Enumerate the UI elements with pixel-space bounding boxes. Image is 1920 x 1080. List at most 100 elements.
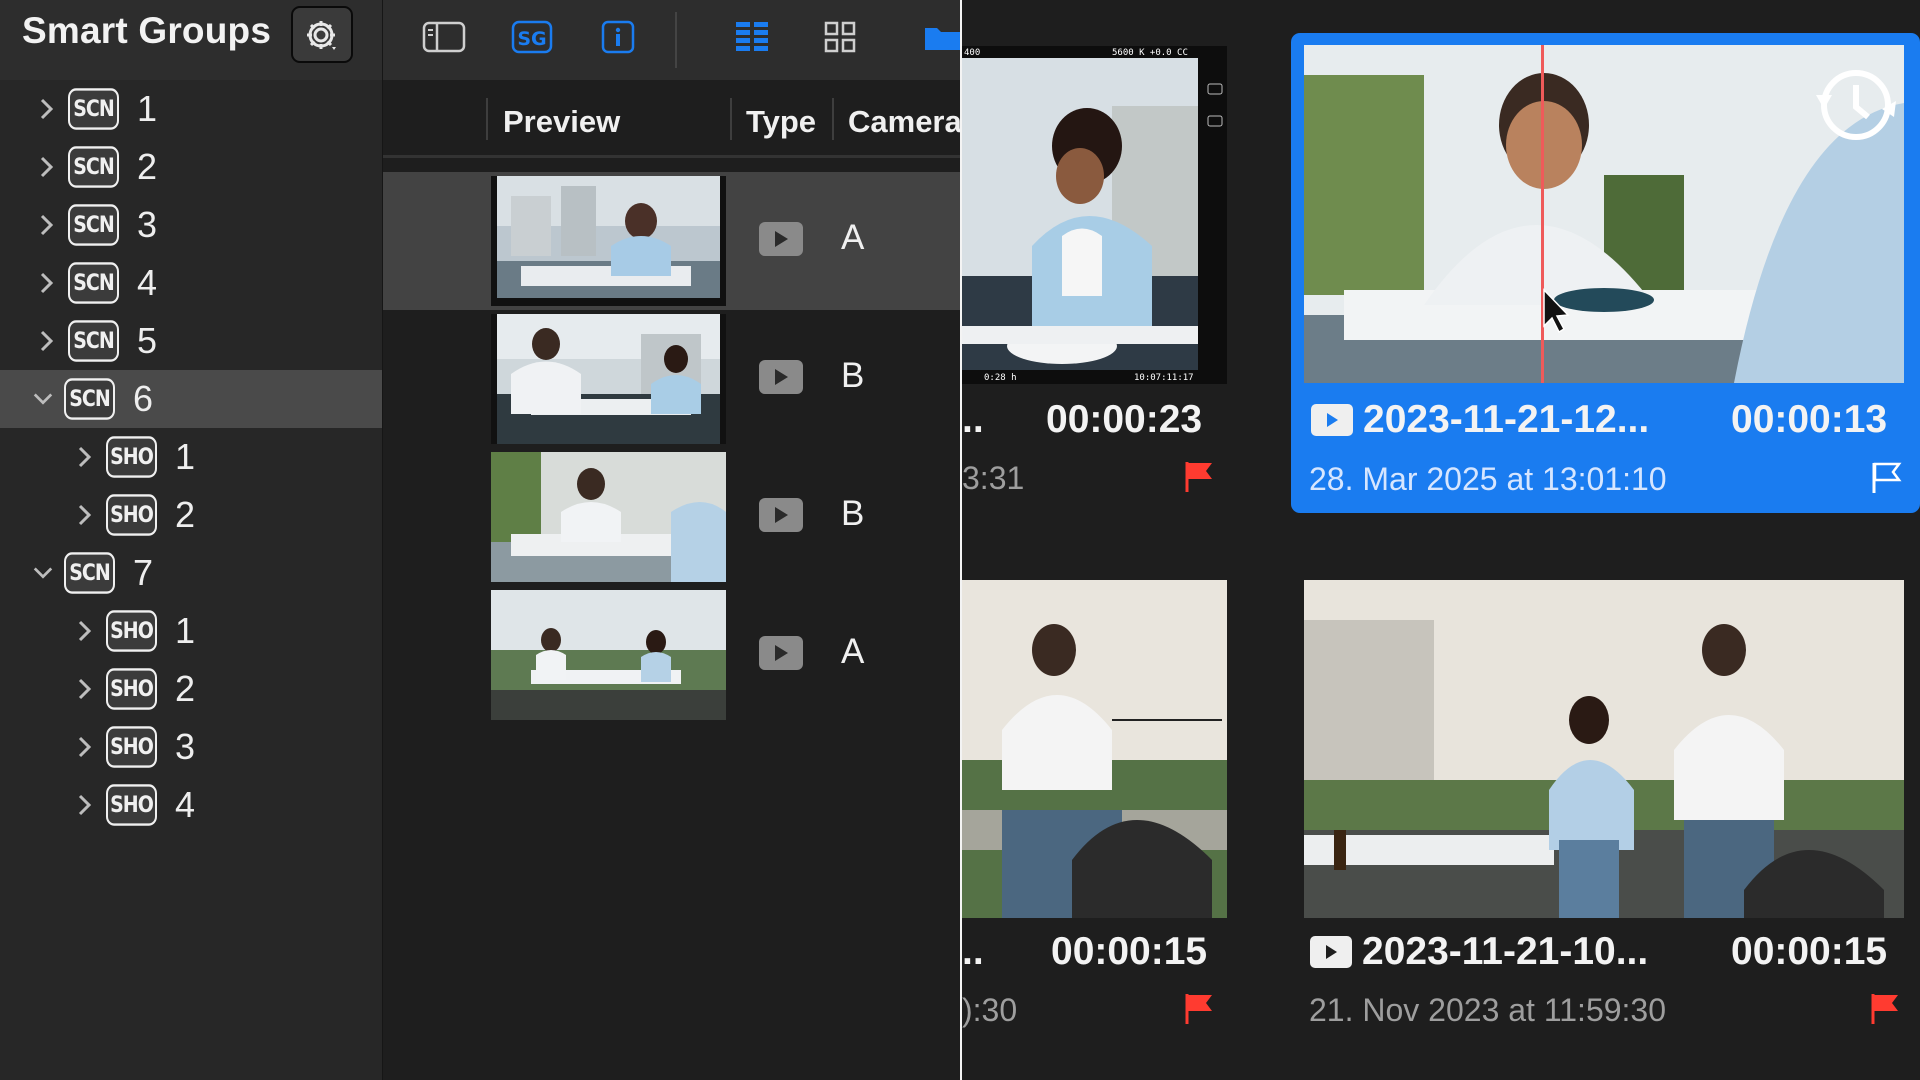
shot-badge: SHO [106, 436, 157, 478]
column-separator[interactable] [486, 98, 488, 140]
list-row[interactable]: B [383, 310, 961, 448]
toolbar-separator [675, 12, 677, 68]
list-column-header: Preview Type Camera [383, 80, 962, 158]
chevron-right-icon[interactable] [36, 330, 58, 352]
camera-label: B [841, 494, 865, 533]
flag-icon[interactable] [1184, 460, 1216, 494]
clip-duration: 00:00:13 [1731, 398, 1888, 441]
chevron-right-icon[interactable] [74, 504, 96, 526]
video-icon [1310, 936, 1352, 968]
clip-name: 2023-11-21-10... [1310, 930, 1648, 974]
tree-item-scene-1[interactable]: SCN 1 [0, 80, 382, 138]
clip-thumbnail: 400 5600 K +0.0 CC 0:28 h 10:07:11:17 [962, 46, 1227, 384]
tree-item-scene-3[interactable]: SCN 3 [0, 196, 382, 254]
flag-icon[interactable] [1184, 992, 1216, 1026]
list-view-icon [736, 22, 768, 51]
clip-card[interactable]: 400 5600 K +0.0 CC 0:28 h 10:07:11:17 ..… [962, 40, 1242, 510]
info-button[interactable] [591, 12, 645, 62]
flag-icon[interactable] [1870, 992, 1902, 1026]
shot-badge: SHO [106, 494, 157, 536]
info-icon [601, 20, 635, 54]
camera-label: A [841, 218, 865, 257]
list-row[interactable]: A [383, 586, 961, 724]
video-icon [759, 222, 803, 256]
clip-name-text: 2023-11-21-12... [1363, 398, 1650, 441]
scene-badge: SCN [64, 552, 115, 594]
tree-item-scene-6[interactable]: SCN 6 [0, 370, 382, 428]
column-header-type[interactable]: Type [746, 104, 816, 140]
clip-thumbnail [491, 590, 726, 720]
chevron-right-icon[interactable] [36, 156, 58, 178]
chevron-right-icon[interactable] [74, 794, 96, 816]
video-icon [1311, 404, 1353, 436]
scene-badge: SCN [68, 320, 119, 362]
flag-outline-icon[interactable] [1871, 461, 1903, 495]
chevron-right-icon[interactable] [36, 98, 58, 120]
video-icon [759, 498, 803, 532]
tree-item-shot-3[interactable]: SHO 3 [0, 718, 382, 776]
grid-view-button[interactable] [813, 12, 867, 62]
tree-item-shot-4[interactable]: SHO 4 [0, 776, 382, 834]
clip-thumbnail [1304, 580, 1904, 918]
chevron-right-icon[interactable] [74, 678, 96, 700]
folder-button[interactable] [923, 12, 963, 62]
column-separator[interactable] [832, 98, 834, 140]
clip-card[interactable]: .. 00:00:15 ):30 [962, 578, 1242, 1048]
clip-duration: 00:00:15 [1731, 930, 1888, 973]
tree-item-number: 2 [137, 146, 158, 187]
video-icon [759, 636, 803, 670]
tree-item-scene-5[interactable]: SCN 5 [0, 312, 382, 370]
clip-duration: 00:00:23 [1046, 398, 1203, 441]
video-icon [759, 360, 803, 394]
toggle-sidebar-button[interactable] [417, 12, 471, 62]
chevron-down-icon[interactable] [32, 388, 54, 410]
clip-thumbnail [491, 452, 726, 582]
chevron-right-icon[interactable] [74, 736, 96, 758]
overlay-iso: 400 [964, 48, 980, 58]
clip-name: .. [962, 930, 984, 973]
clip-grid: 400 5600 K +0.0 CC 0:28 h 10:07:11:17 ..… [962, 0, 1920, 1080]
tree-item-number: 6 [133, 378, 154, 419]
smart-groups-tree: SCN 1 SCN 2 SCN 3 SCN 4 SCN 5 SCN 6 SHO … [0, 80, 382, 834]
column-header-camera[interactable]: Camera [848, 104, 962, 140]
tree-item-shot-2[interactable]: SHO 2 [0, 486, 382, 544]
column-separator[interactable] [730, 98, 732, 140]
smart-groups-icon: SG [511, 20, 553, 54]
chevron-right-icon[interactable] [36, 214, 58, 236]
clip-thumbnail [1304, 45, 1904, 383]
settings-button[interactable] [291, 6, 353, 63]
column-header-preview[interactable]: Preview [503, 104, 620, 140]
chevron-right-icon[interactable] [36, 272, 58, 294]
clip-date: 28. Mar 2025 at 13:01:10 [1309, 461, 1667, 497]
sidebar-toggle-icon [422, 21, 466, 53]
scene-badge: SCN [68, 146, 119, 188]
tree-item-shot-1[interactable]: SHO 1 [0, 428, 382, 486]
scene-badge: SCN [68, 204, 119, 246]
clip-name-text: 2023-11-21-10... [1362, 930, 1649, 973]
list-row[interactable]: B [383, 448, 961, 586]
tree-item-scene-7[interactable]: SCN 7 [0, 544, 382, 602]
shot-badge: SHO [106, 668, 157, 710]
smart-groups-button[interactable]: SG [505, 12, 559, 62]
scene-badge: SCN [64, 378, 115, 420]
overlay-white-balance: 5600 K +0.0 CC [1112, 48, 1188, 58]
tree-item-scene-4[interactable]: SCN 4 [0, 254, 382, 312]
folder-icon [925, 28, 961, 50]
clip-thumbnail [491, 176, 726, 306]
revert-clock-icon[interactable] [1816, 65, 1896, 145]
toolbar: SG [383, 0, 961, 80]
list-view-button[interactable] [725, 12, 779, 62]
clip-name: 2023-11-21-12... [1311, 398, 1649, 442]
list-row[interactable]: A [383, 172, 961, 310]
clip-card-selected[interactable]: 2023-11-21-12... 00:00:13 28. Mar 2025 a… [1291, 33, 1920, 513]
tree-item-number: 4 [137, 262, 158, 303]
clip-card[interactable]: 2023-11-21-10... 00:00:15 21. Nov 2023 a… [1304, 578, 1920, 1048]
chevron-down-icon[interactable] [32, 562, 54, 584]
tree-item-scene-2[interactable]: SCN 2 [0, 138, 382, 196]
chevron-right-icon[interactable] [74, 446, 96, 468]
tree-item-shot-1[interactable]: SHO 1 [0, 602, 382, 660]
clip-thumbnail [491, 314, 726, 444]
chevron-right-icon[interactable] [74, 620, 96, 642]
tree-item-shot-2[interactable]: SHO 2 [0, 660, 382, 718]
tree-item-number: 1 [137, 88, 158, 129]
